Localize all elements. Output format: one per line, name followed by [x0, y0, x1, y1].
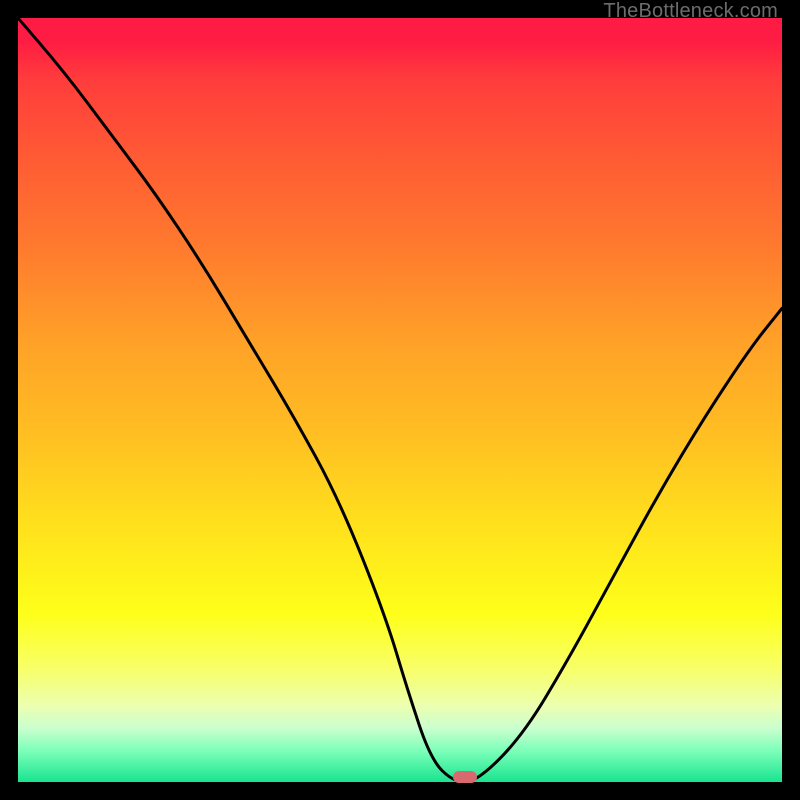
watermark-text: TheBottleneck.com — [603, 0, 778, 23]
plot-area — [18, 18, 782, 782]
bottleneck-curve — [18, 18, 782, 782]
optimum-marker — [453, 771, 477, 783]
chart-frame: TheBottleneck.com — [0, 0, 800, 800]
